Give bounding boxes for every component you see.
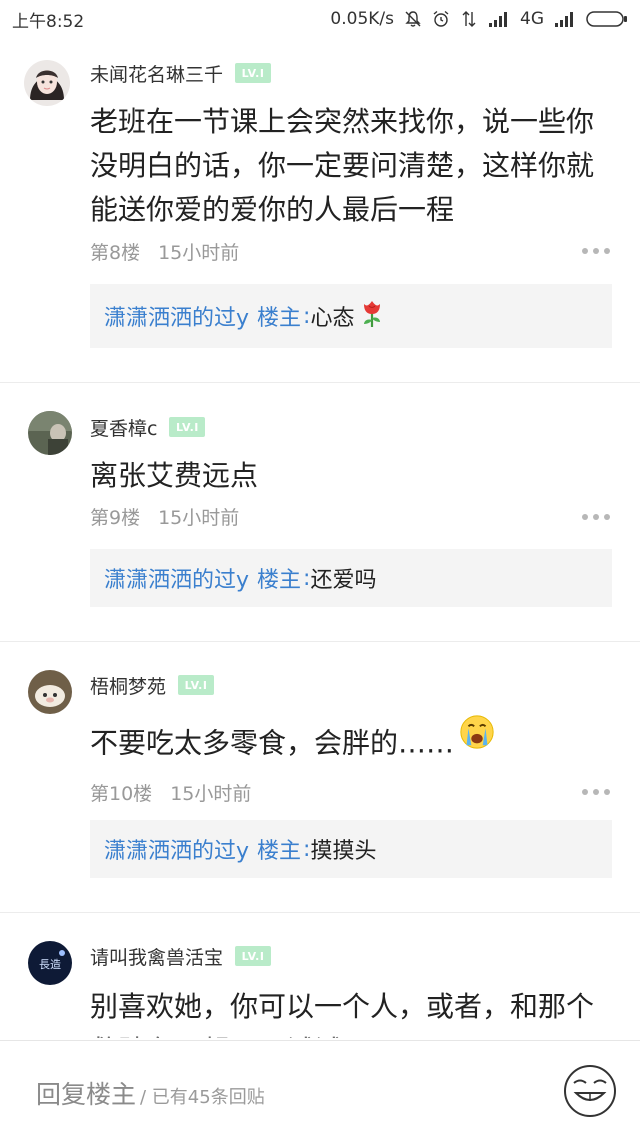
comment-content[interactable]: 不要吃太多零食，会胖的…… [90, 715, 620, 770]
comment-feed[interactable]: 未闻花名琳三千 LV.I 老班在一节课上会突然来找你，说一些你没明白的话，你一定… [0, 38, 640, 1038]
username-text[interactable]: 请叫我禽兽活宝 [90, 943, 223, 970]
reply-colon: : [303, 565, 311, 591]
post-time: 15小时前 [158, 241, 240, 264]
mute-bell-icon [404, 10, 422, 28]
comment-content-text: 不要吃太多零食，会胖的…… [90, 726, 455, 760]
comment-item: 夏香樟c LV.I 离张艾费远点 第9楼 15小时前 潇潇洒洒的过y 楼主 : … [0, 383, 640, 642]
username-text[interactable]: 未闻花名琳三千 [90, 60, 223, 87]
comment-username[interactable]: 请叫我禽兽活宝 LV.I [90, 943, 272, 970]
grin-face-icon[interactable] [562, 1063, 618, 1119]
status-bar: 上午8:52 0.05K/s 4G [0, 0, 640, 38]
comment-item: 梧桐梦苑 LV.I 不要吃太多零食，会胖的…… 第10楼 15小时前 潇潇洒洒的… [0, 642, 640, 913]
signal-icon-2 [554, 10, 576, 28]
net-speed: 0.05K/s [330, 9, 394, 29]
avatar[interactable] [28, 411, 72, 455]
thread-page: 上午8:52 0.05K/s 4G 未闻花名琳三千 LV.I 老班在一节课上会突… [0, 0, 640, 1138]
status-time: 上午8:52 [12, 11, 85, 32]
post-time: 15小时前 [170, 782, 252, 805]
reply-text: 还爱吗 [310, 568, 377, 593]
data-transfer-icon [460, 10, 478, 28]
owner-tag: 楼主 [257, 839, 302, 864]
more-options-button[interactable] [582, 246, 610, 256]
level-badge: LV.I [178, 675, 215, 695]
reply-colon: : [303, 836, 311, 862]
level-badge: LV.I [169, 417, 206, 437]
avatar[interactable] [28, 670, 72, 714]
reply-input-label[interactable]: 回复楼主 [36, 1075, 136, 1111]
comment-meta: 第10楼 15小时前 [90, 779, 251, 805]
reply-author[interactable]: 潇潇洒洒的过y [104, 300, 249, 332]
alarm-icon [432, 10, 450, 28]
svg-text:長造: 長造 [39, 957, 61, 971]
reply-input[interactable]: 回复楼主 / 已有45条回贴 [36, 1075, 265, 1109]
avatar[interactable]: 長造 [28, 941, 72, 985]
floor-number: 第9楼 [90, 506, 141, 529]
comment-content[interactable]: 老班在一节课上会突然来找你，说一些你没明白的话，你一定要问清楚，这样你就能送你爱… [90, 100, 620, 232]
reply-author[interactable]: 潇潇洒洒的过y [104, 833, 249, 865]
post-count: / 已有45条回贴 [140, 1087, 265, 1108]
more-options-button[interactable] [582, 512, 610, 522]
reply-text: 心态 [310, 306, 355, 331]
reply-author[interactable]: 潇潇洒洒的过y [104, 562, 249, 594]
floor-number: 第8楼 [90, 241, 141, 264]
floor-number: 第10楼 [90, 782, 153, 805]
battery-icon [586, 10, 628, 28]
username-text[interactable]: 夏香樟c [90, 414, 157, 441]
signal-icon [488, 10, 510, 28]
comment-meta: 第9楼 15小时前 [90, 503, 239, 529]
bottom-reply-bar: 回复楼主 / 已有45条回贴 [0, 1040, 640, 1138]
comment-item: 長造 请叫我禽兽活宝 LV.I 别喜欢她，你可以一个人，或者，和那个救赎在一起吧… [0, 913, 640, 1038]
level-badge: LV.I [235, 946, 272, 966]
comment-item: 未闻花名琳三千 LV.I 老班在一节课上会突然来找你，说一些你没明白的话，你一定… [0, 38, 640, 383]
level-badge: LV.I [235, 63, 272, 83]
reply-colon: : [303, 303, 311, 329]
comment-content[interactable]: 离张艾费远点 [90, 454, 620, 498]
reply-text: 摸摸头 [310, 839, 377, 864]
reply-box[interactable]: 潇潇洒洒的过y 楼主 : 心态 [90, 284, 612, 348]
post-time: 15小时前 [158, 506, 240, 529]
rose-emoji [360, 298, 384, 334]
avatar[interactable] [24, 60, 70, 106]
comment-meta: 第8楼 15小时前 [90, 238, 239, 264]
reply-box[interactable]: 潇潇洒洒的过y 楼主 : 还爱吗 [90, 549, 612, 607]
crying-face-emoji [458, 713, 496, 764]
owner-tag: 楼主 [257, 306, 302, 331]
comment-username[interactable]: 梧桐梦苑 LV.I [90, 672, 215, 699]
owner-tag: 楼主 [257, 568, 302, 593]
reply-box[interactable]: 潇潇洒洒的过y 楼主 : 摸摸头 [90, 820, 612, 878]
comment-username[interactable]: 未闻花名琳三千 LV.I [90, 60, 272, 87]
comment-username[interactable]: 夏香樟c LV.I [90, 414, 206, 441]
more-options-button[interactable] [582, 787, 610, 797]
username-text[interactable]: 梧桐梦苑 [90, 672, 166, 699]
network-type: 4G [520, 9, 544, 29]
